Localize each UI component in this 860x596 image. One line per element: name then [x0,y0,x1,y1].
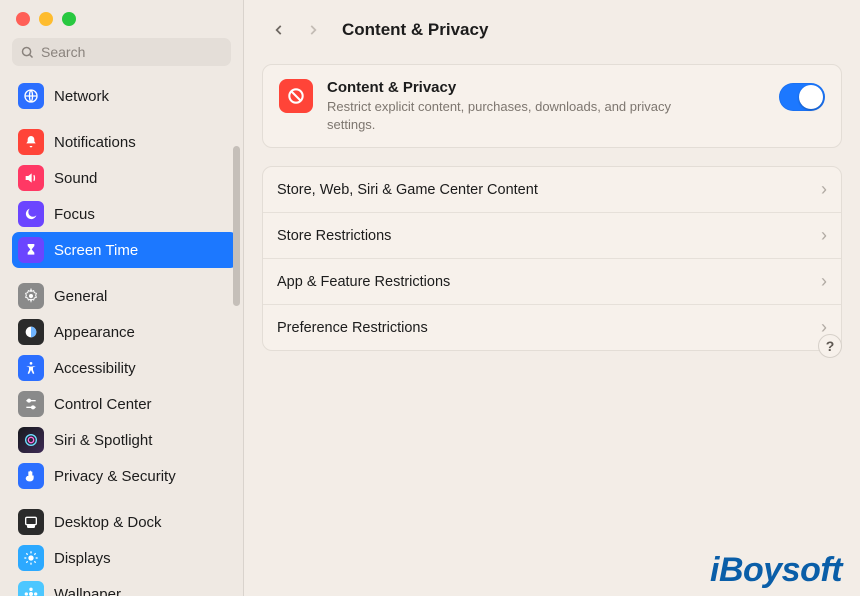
content-privacy-toggle[interactable] [779,83,825,111]
sidebar-item-displays[interactable]: Displays [12,540,237,576]
hourglass-icon [18,237,44,263]
card-title: Content & Privacy [327,79,779,96]
dock-icon [18,509,44,535]
sidebar-item-label: General [54,288,107,305]
watermark: iBoysoft [710,551,842,590]
sidebar-item-screen-time[interactable]: Screen Time [12,232,237,268]
sidebar-item-general[interactable]: General [12,278,237,314]
row-app-feature-restrictions[interactable]: App & Feature Restrictions › [263,259,841,305]
content-privacy-card: Content & Privacy Restrict explicit cont… [262,64,842,148]
sidebar-list: Network Notifications Sound [0,74,243,596]
sidebar-item-desktop-dock[interactable]: Desktop & Dock [12,504,237,540]
sidebar-item-label: Desktop & Dock [54,514,162,531]
row-label: Store, Web, Siri & Game Center Content [277,182,538,198]
window-controls [0,0,243,34]
appearance-icon [18,319,44,345]
hand-icon [18,463,44,489]
row-label: Preference Restrictions [277,320,428,336]
sidebar-item-siri-spotlight[interactable]: Siri & Spotlight [12,422,237,458]
sidebar-item-label: Displays [54,550,111,567]
bell-icon [18,129,44,155]
sidebar-item-label: Sound [54,170,97,187]
sidebar-item-privacy-security[interactable]: Privacy & Security [12,458,237,494]
sidebar-item-label: Screen Time [54,242,138,259]
sidebar-item-label: Siri & Spotlight [54,432,152,449]
row-store-web-siri-game-center[interactable]: Store, Web, Siri & Game Center Content › [263,167,841,213]
sidebar-item-network[interactable]: Network [12,78,237,114]
sliders-icon [18,391,44,417]
card-description: Restrict explicit content, purchases, do… [327,98,707,133]
row-label: Store Restrictions [277,228,391,244]
chevron-right-icon: › [821,271,827,292]
moon-icon [18,201,44,227]
sidebar-item-appearance[interactable]: Appearance [12,314,237,350]
close-window-button[interactable] [16,12,30,26]
nav-header: Content & Privacy [262,10,842,50]
sidebar-item-sound[interactable]: Sound [12,160,237,196]
chevron-right-icon: › [821,225,827,246]
restrictions-group: Store, Web, Siri & Game Center Content ›… [262,166,842,351]
help-button[interactable]: ? [818,334,842,358]
sidebar-item-label: Control Center [54,396,152,413]
row-store-restrictions[interactable]: Store Restrictions › [263,213,841,259]
main-pane: Content & Privacy Content & Privacy Rest… [244,0,860,596]
sidebar: Network Notifications Sound [0,0,244,596]
sidebar-item-label: Focus [54,206,95,223]
siri-icon [18,427,44,453]
sidebar-item-label: Network [54,88,109,105]
zoom-window-button[interactable] [62,12,76,26]
row-label: App & Feature Restrictions [277,274,450,290]
search-input[interactable] [35,43,223,61]
sun-icon [18,545,44,571]
help-label: ? [826,338,835,354]
sidebar-item-control-center[interactable]: Control Center [12,386,237,422]
sidebar-scrollbar[interactable] [233,146,240,306]
chevron-right-icon: › [821,179,827,200]
sidebar-item-focus[interactable]: Focus [12,196,237,232]
page-title: Content & Privacy [342,20,488,40]
back-button[interactable] [268,19,290,41]
search-icon [20,45,35,60]
minimize-window-button[interactable] [39,12,53,26]
globe-icon [18,83,44,109]
flower-icon [18,581,44,596]
sidebar-item-label: Privacy & Security [54,468,176,485]
accessibility-icon [18,355,44,381]
no-sign-icon [279,79,313,113]
settings-window: Network Notifications Sound [0,0,860,596]
speaker-icon [18,165,44,191]
row-preference-restrictions[interactable]: Preference Restrictions › [263,305,841,350]
sidebar-item-accessibility[interactable]: Accessibility [12,350,237,386]
sidebar-item-notifications[interactable]: Notifications [12,124,237,160]
search-field[interactable] [12,38,231,66]
gear-icon [18,283,44,309]
sidebar-item-label: Notifications [54,134,136,151]
sidebar-item-wallpaper[interactable]: Wallpaper [12,576,237,596]
sidebar-item-label: Accessibility [54,360,136,377]
sidebar-item-label: Wallpaper [54,586,121,596]
sidebar-item-label: Appearance [54,324,135,341]
forward-button[interactable] [302,19,324,41]
